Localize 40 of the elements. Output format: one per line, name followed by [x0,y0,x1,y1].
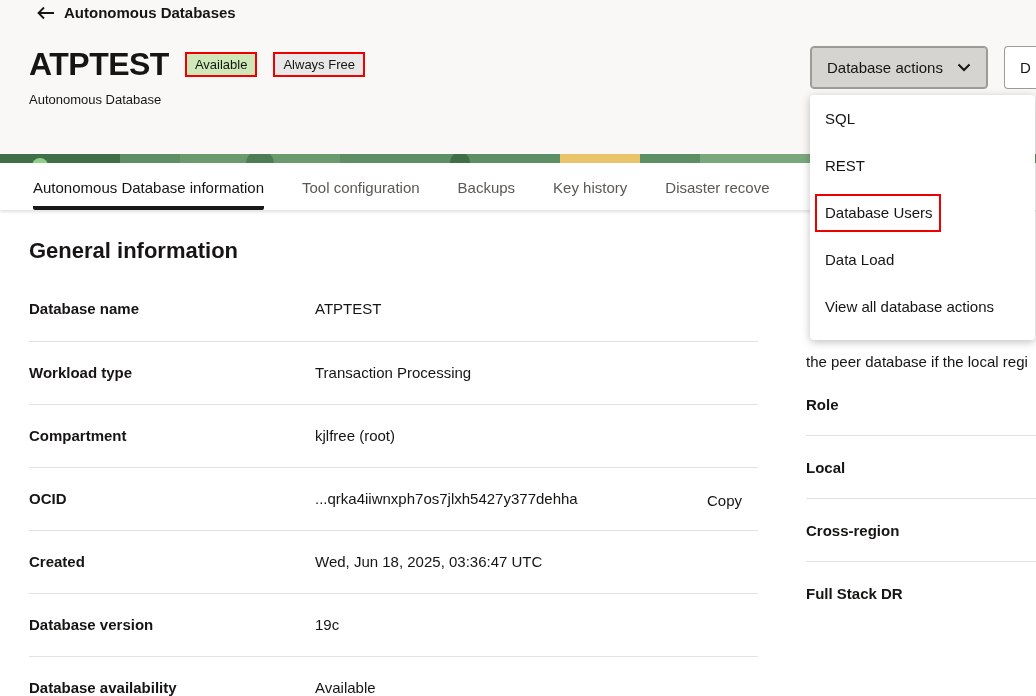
field-value: 19c [315,616,341,635]
field-label: Database availability [29,679,178,696]
menu-item[interactable]: REST [825,157,865,174]
menu-item[interactable]: Data Load [825,251,895,268]
field-value: Available [315,679,377,696]
field-label: Database name [29,300,141,319]
back-link[interactable]: Autonomous Databases [37,4,236,21]
action-button[interactable]: D [1003,46,1036,89]
field-label: Cross-region [806,522,900,539]
menu-item[interactable]: SQL [825,110,855,127]
page-title: ATPTEST [29,46,169,83]
copy-link[interactable]: Copy [706,490,742,530]
status-badge: Available [184,52,258,77]
field-value: ATPTEST [315,300,383,319]
tab[interactable]: Backups [457,163,516,210]
menu-item[interactable]: Database Users [815,194,941,232]
tag-badge: Always Free [273,52,365,77]
tab[interactable]: Tool configuration [302,163,420,210]
menu-item[interactable]: View all database actions [825,298,994,315]
field-label: Full Stack DR [806,585,903,602]
section-heading: General information [29,238,240,265]
field-value: Transaction Processing [315,364,473,383]
field-label: Database version [29,616,155,635]
page-subtitle: Autonomous Database [29,92,162,107]
field-label: OCID [29,490,68,509]
tab[interactable]: Disaster recove [665,163,770,210]
back-arrow-icon [37,5,55,20]
field-label: Role [806,396,839,413]
field-value: kjlfree (root) [315,427,397,446]
database-actions-button[interactable]: Database actions [810,46,988,89]
tab[interactable]: Key history [553,163,628,210]
description-text: the peer database if the local regi [806,353,1029,372]
field-label: Workload type [29,364,134,383]
field-label: Compartment [29,427,128,446]
field-label: Created [29,553,86,572]
field-label: Local [806,459,846,476]
field-value: ...qrka4iiwnxph7os7jlxh5427y377dehha [315,490,579,509]
chevron-down-icon [956,63,971,72]
tab[interactable]: Autonomous Database information [33,163,264,210]
field-value: Wed, Jun 18, 2025, 03:36:47 UTC [315,553,544,572]
